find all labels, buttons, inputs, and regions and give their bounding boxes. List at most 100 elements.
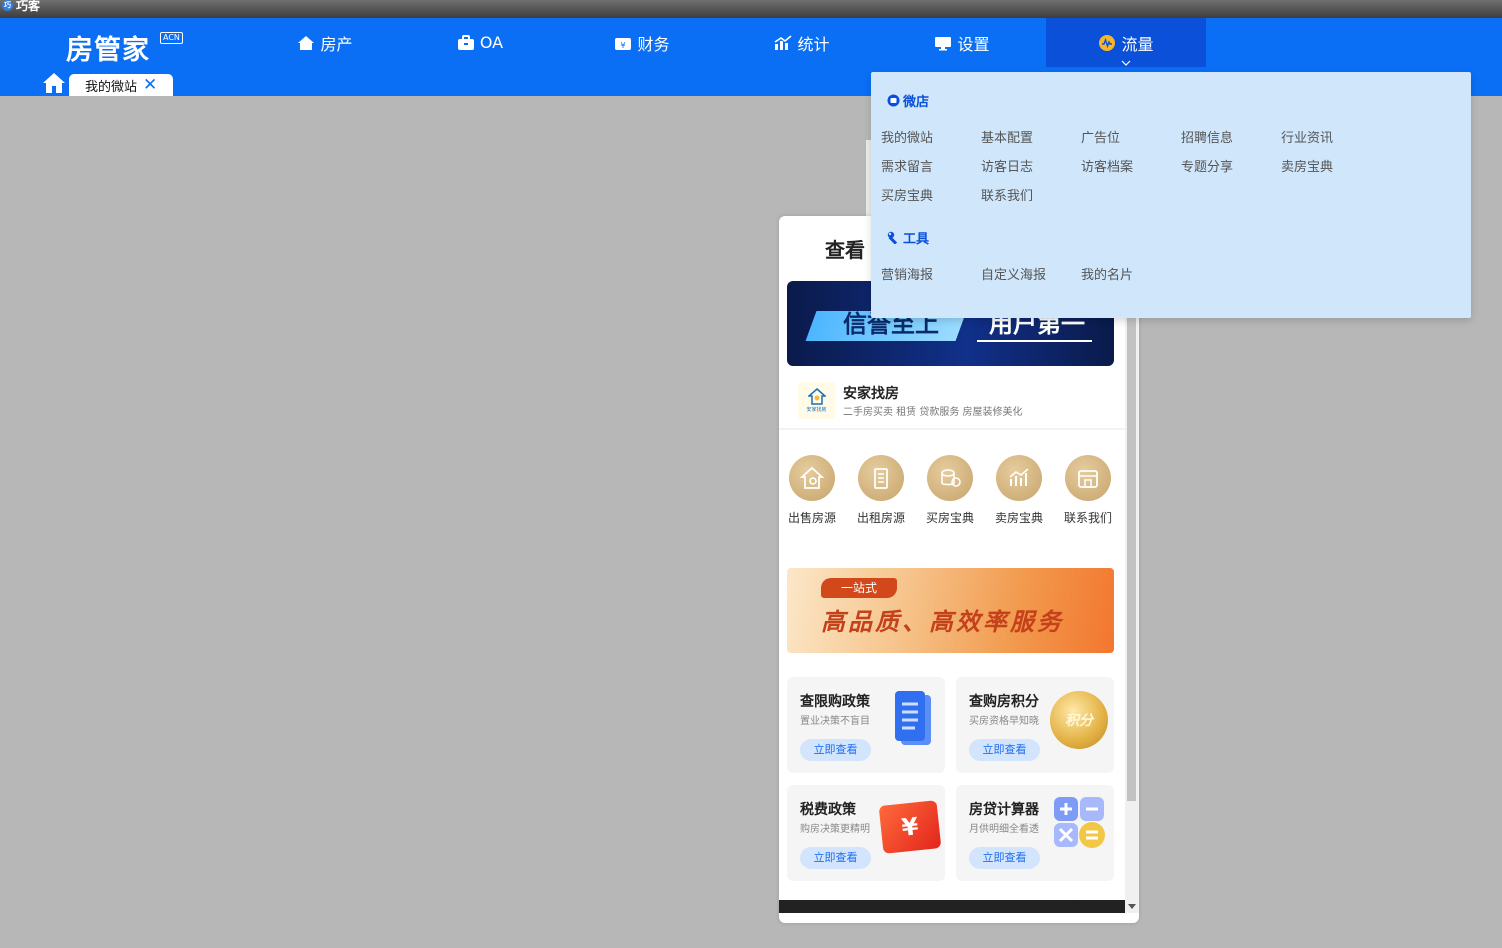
card-desc: 买房资格早知晓: [969, 716, 1039, 727]
nav-item-oa[interactable]: OA: [405, 18, 555, 67]
yen-sign: ¥: [900, 812, 920, 842]
menu-item-industry-news[interactable]: 行业资讯: [1281, 127, 1333, 146]
menu-item-ad-slot[interactable]: 广告位: [1081, 127, 1120, 146]
banner-tag: 一站式: [821, 578, 897, 598]
gold-coin-icon: 积分: [1050, 691, 1108, 749]
menu-item-my-microsite[interactable]: 我的微站: [881, 127, 933, 146]
monitor-icon: [935, 36, 952, 50]
menu-item-topic-share[interactable]: 专题分享: [1181, 156, 1233, 175]
menu-item-visitor-log[interactable]: 访客日志: [981, 156, 1033, 175]
view-now-button[interactable]: 立即查看: [969, 847, 1040, 869]
card-desc: 月供明细全看透: [969, 824, 1039, 835]
brand-logo-text[interactable]: 房管家: [66, 28, 150, 67]
quick-entry-label: 联系我们: [1063, 511, 1112, 525]
close-icon[interactable]: ✕: [143, 76, 157, 94]
traffic-dropdown-menu: 微店 我的微站 基本配置 广告位 招聘信息 行业资讯 需求留言 访客日志 访客档…: [871, 72, 1471, 318]
nav-label: OA: [479, 33, 504, 52]
briefcase-icon: [457, 34, 474, 50]
view-now-button[interactable]: 立即查看: [969, 739, 1040, 761]
home-button[interactable]: [42, 72, 66, 94]
section-tools: 工具: [887, 228, 929, 247]
quick-entry-label: 卖房宝典: [994, 511, 1043, 525]
card-title: 税费政策: [800, 802, 856, 818]
banner-headline: 高品质、高效率服务: [821, 607, 1064, 636]
nav-item-settings[interactable]: 设置: [887, 18, 1037, 67]
tab-my-microsite[interactable]: 我的微站 ✕: [69, 74, 173, 96]
preview-scrollbar[interactable]: [1125, 273, 1139, 913]
preview-bottom-bar: [779, 900, 1125, 913]
menu-item-buy-guide[interactable]: 买房宝典: [881, 185, 933, 204]
preview-scroll-area[interactable]: 信誉至上 用户第一 安家找房 安家找房 二手房买卖 租赁 贷款服务 房屋装修美化…: [779, 273, 1125, 913]
nav-label: 财务: [637, 34, 670, 54]
window-titlebar: 巧巧客: [0, 0, 1502, 18]
home-icon: [43, 73, 65, 93]
company-logo: 安家找房: [798, 382, 835, 419]
nav-label: 流量: [1121, 34, 1154, 54]
wallet-icon: ¥: [615, 37, 632, 50]
coins-icon: [927, 455, 973, 501]
store-icon: [1065, 455, 1111, 501]
company-logo-text: 安家找房: [806, 407, 827, 413]
menu-item-contact-us[interactable]: 联系我们: [981, 185, 1033, 204]
wrench-icon: [887, 231, 898, 244]
menu-item-visitor-archive[interactable]: 访客档案: [1081, 156, 1133, 175]
card-title: 查限购政策: [800, 694, 870, 710]
menu-item-requests[interactable]: 需求留言: [881, 156, 933, 175]
menu-item-sell-guide[interactable]: 卖房宝典: [1281, 156, 1333, 175]
quick-entry-sell[interactable]: 出售房源: [779, 455, 845, 526]
card-title: 查购房积分: [969, 694, 1039, 710]
building-icon: [858, 455, 904, 501]
company-desc: 二手房买卖 租赁 贷款服务 房屋装修美化: [843, 407, 1023, 418]
house-icon: [298, 35, 315, 50]
quick-entry-label: 出租房源: [856, 511, 905, 525]
menu-item-basic-config[interactable]: 基本配置: [981, 127, 1033, 146]
menu-item-recruitment[interactable]: 招聘信息: [1181, 127, 1233, 146]
app-icon: 巧: [2, 0, 13, 11]
view-now-button[interactable]: 立即查看: [800, 739, 871, 761]
nav-label: 设置: [957, 34, 990, 54]
menu-item-marketing-poster[interactable]: 营销海报: [881, 264, 933, 283]
store-badge-icon: [887, 94, 900, 107]
section-microstore: 微店: [887, 91, 929, 110]
section-title: 微店: [903, 95, 930, 110]
nav-item-finance[interactable]: ¥ 财务: [567, 18, 717, 67]
menu-item-business-card[interactable]: 我的名片: [1081, 264, 1133, 283]
quick-entry-sell-guide[interactable]: 卖房宝典: [986, 455, 1052, 526]
quick-entry-buy-guide[interactable]: 买房宝典: [917, 455, 983, 526]
nav-label: 房产: [320, 34, 353, 54]
card-purchase-policy[interactable]: 查限购政策 置业决策不盲目 立即查看: [787, 677, 945, 773]
company-name: 安家找房: [843, 386, 899, 402]
section-title: 工具: [903, 232, 930, 247]
nav-item-traffic[interactable]: 流量: [1046, 18, 1206, 67]
banner-underline: [977, 340, 1092, 342]
house-search-icon: [789, 455, 835, 501]
scroll-down-arrow-icon[interactable]: [1128, 904, 1136, 909]
chart-icon: [775, 34, 792, 50]
nav-item-property[interactable]: 房产: [250, 18, 400, 67]
card-purchase-points[interactable]: 查购房积分 买房资格早知晓 立即查看 积分: [956, 677, 1114, 773]
quick-entry-rent[interactable]: 出租房源: [848, 455, 914, 526]
nav-item-stats[interactable]: 统计: [727, 18, 877, 67]
calculator-icon: [1054, 797, 1105, 848]
card-desc: 置业决策不盲目: [800, 716, 870, 727]
tab-label: 我的微站: [85, 79, 138, 95]
location-house-icon: [807, 388, 826, 405]
card-mortgage-calculator[interactable]: 房贷计算器 月供明细全看透 立即查看: [956, 785, 1114, 881]
card-title: 房贷计算器: [969, 802, 1039, 818]
quick-entry-label: 买房宝典: [925, 511, 974, 525]
brand-logo-badge: ACN: [160, 32, 183, 44]
scrollbar-thumb[interactable]: [1127, 273, 1136, 801]
quick-entry-contact[interactable]: 联系我们: [1055, 455, 1121, 526]
menu-item-custom-poster[interactable]: 自定义海报: [981, 264, 1046, 283]
document-icon: [895, 691, 931, 745]
phone-preview-dialog: 查看 信誉至上 用户第一 安家找房 安家找房 二手房买卖 租赁 贷款服务 房屋装…: [779, 216, 1139, 923]
banner-service[interactable]: 一站式 高品质、高效率服务: [787, 568, 1114, 653]
card-tax-policy[interactable]: 税费政策 购房决策更精明 立即查看 ¥: [787, 785, 945, 881]
window-title: 巧客: [16, 0, 41, 13]
chevron-down-icon: [1121, 60, 1131, 66]
view-now-button[interactable]: 立即查看: [800, 847, 871, 869]
nav-label: 统计: [797, 34, 830, 54]
svg-text:¥: ¥: [621, 41, 626, 50]
divider: [779, 428, 1125, 430]
traffic-icon: [1099, 34, 1116, 51]
